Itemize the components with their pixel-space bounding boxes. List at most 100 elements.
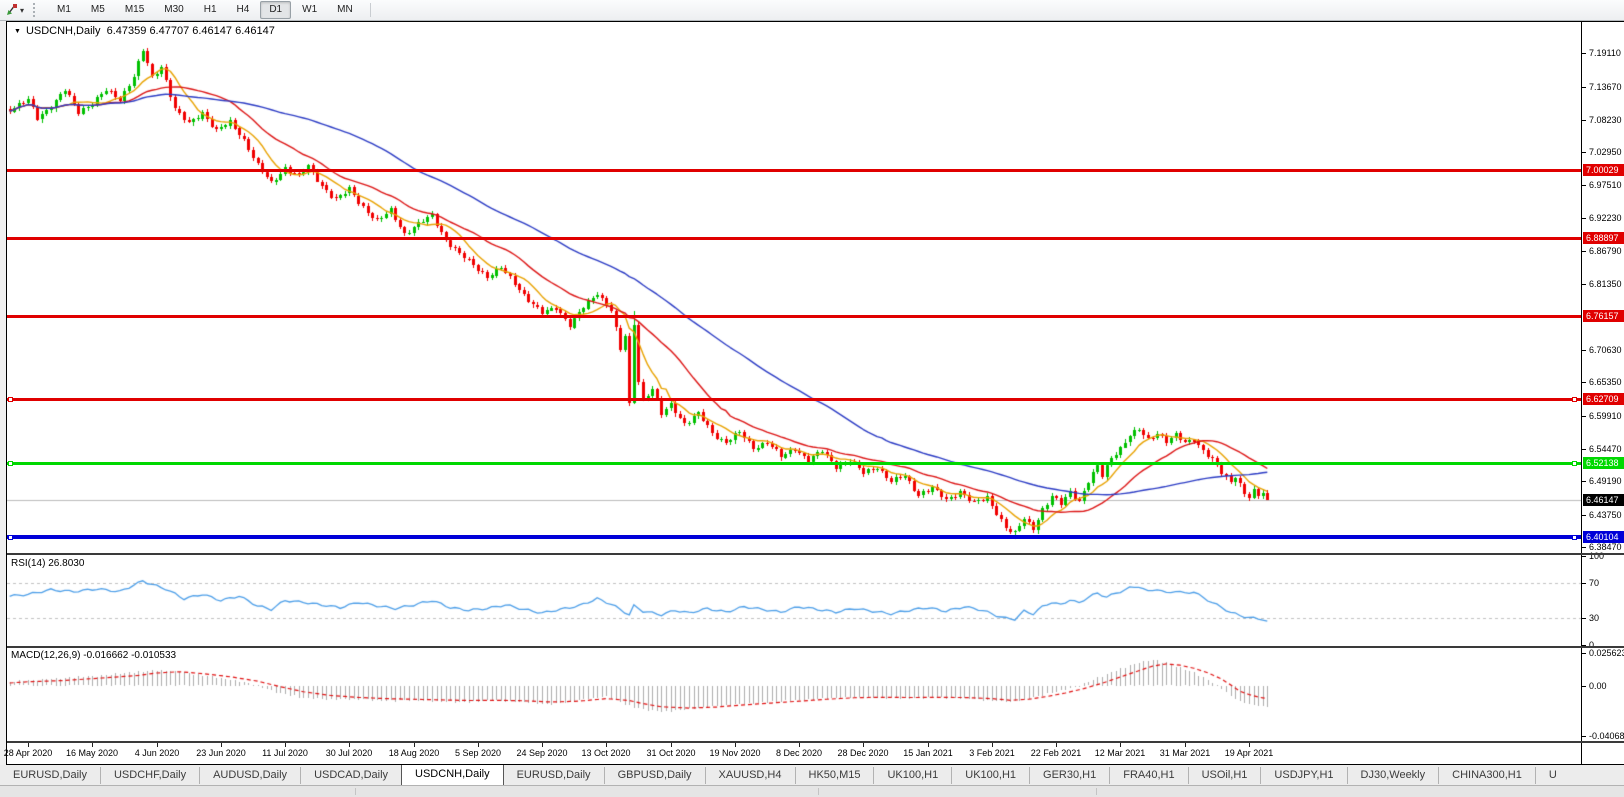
price-badge: 6.88897	[1583, 232, 1624, 245]
toolbar-divider	[369, 3, 371, 17]
chart-tab-ger30-h1[interactable]: GER30,H1	[1029, 767, 1109, 784]
price-tick-label: 6.43750	[1589, 509, 1622, 520]
hline-7.00029[interactable]	[7, 169, 1581, 173]
hline-6.40104[interactable]	[7, 535, 1581, 539]
chart-tab-usoil-h1[interactable]: USOil,H1	[1187, 767, 1261, 784]
hline-anchor-square[interactable]	[8, 535, 13, 540]
panel-separator[interactable]	[6, 646, 1624, 648]
chart-tab-audusd-daily[interactable]: AUDUSD,Daily	[199, 767, 300, 784]
price-tick-label: 6.86790	[1589, 246, 1622, 257]
main-chart-canvas[interactable]	[7, 21, 1581, 553]
status-strip	[0, 785, 1624, 797]
price-tick-label: 6.65350	[1589, 377, 1622, 388]
date-label: 23 Jun 2020	[196, 748, 246, 758]
chart-tab-eurusd-daily[interactable]: EURUSD,Daily	[0, 767, 100, 784]
price-tick-dash	[1582, 185, 1586, 186]
macd-scale-dash	[1582, 686, 1586, 687]
chart-tab-usdjpy-h1[interactable]: USDJPY,H1	[1260, 767, 1346, 784]
chart-title: ▼ USDCNH,Daily 6.47359 6.47707 6.46147 6.…	[14, 25, 275, 37]
chart-tab-fra40-h1[interactable]: FRA40,H1	[1109, 767, 1187, 784]
date-label: 31 Mar 2021	[1159, 748, 1211, 758]
date-label: 19 Nov 2020	[709, 748, 761, 758]
date-tick	[928, 743, 929, 747]
toolbar-grip[interactable]	[33, 3, 38, 17]
timeframe-button-m15[interactable]: M15	[116, 1, 153, 19]
chart-tab-eurusd-daily[interactable]: EURUSD,Daily	[504, 767, 604, 784]
dropdown-caret-icon[interactable]: ▾	[20, 6, 24, 15]
chart-tab-uk100-h1[interactable]: UK100,H1	[873, 767, 951, 784]
collapse-triangle-icon[interactable]: ▼	[14, 28, 21, 35]
chart-tab-hk50-m15[interactable]: HK50,M15	[794, 767, 874, 784]
date-label: 28 Apr 2020	[3, 748, 53, 758]
chart-tab-u[interactable]: U	[1534, 767, 1570, 784]
chart-tab-usdchf-daily[interactable]: USDCHF,Daily	[99, 767, 199, 784]
date-tick	[28, 743, 29, 747]
timeframe-button-d1[interactable]: D1	[260, 1, 292, 19]
price-badge: 6.76157	[1583, 310, 1624, 323]
macd-scale-dash	[1582, 653, 1586, 654]
price-tick-dash	[1582, 449, 1586, 450]
timeframe-button-mn[interactable]: MN	[328, 1, 362, 19]
timeframe-button-m1[interactable]: M1	[48, 1, 80, 19]
price-tick-dash	[1582, 251, 1586, 252]
hline-anchor-square[interactable]	[8, 461, 13, 467]
hline-anchor-square[interactable]	[1572, 535, 1577, 540]
hline-6.62709[interactable]	[7, 397, 1581, 401]
date-label: 19 Apr 2021	[1224, 748, 1274, 758]
panel-separator[interactable]	[6, 553, 1624, 555]
price-badge: 6.40104	[1583, 531, 1624, 543]
timeframe-button-m5[interactable]: M5	[82, 1, 114, 19]
date-tick	[863, 743, 864, 747]
date-label: 12 Mar 2021	[1094, 748, 1146, 758]
price-badge: 6.52138	[1583, 457, 1624, 470]
date-label: 22 Feb 2021	[1030, 748, 1082, 758]
app-window: ▾ M1 M5 M15 M30 H1 H4 D1 W1 MN ▼ USDCNH,Daily 6.4…	[0, 0, 1624, 797]
date-label: 8 Dec 2020	[775, 748, 823, 758]
chart-tab-uk100-h1[interactable]: UK100,H1	[951, 767, 1029, 784]
price-tick-dash	[1582, 515, 1586, 516]
statusbar-separator	[818, 788, 819, 795]
chart-tab-usdcad-daily[interactable]: USDCAD,Daily	[300, 767, 401, 784]
price-badge: 6.62709	[1583, 392, 1624, 405]
hline-6.76157[interactable]	[7, 315, 1581, 319]
panel-separator[interactable]	[6, 741, 1624, 743]
symbol-title: USDCNH,Daily	[25, 25, 101, 37]
macd-scale-label: 0.00	[1589, 680, 1607, 691]
price-tick-label: 6.97510	[1589, 180, 1622, 191]
price-tick-dash	[1582, 481, 1586, 482]
timeframe-button-h1[interactable]: H1	[195, 1, 226, 19]
date-label: 4 Jun 2020	[134, 748, 180, 758]
chart-arrows-icon[interactable]	[3, 2, 19, 18]
rsi-scale-dash	[1582, 583, 1586, 584]
date-label: 3 Feb 2021	[969, 748, 1015, 758]
chart-tab-bar: EURUSD,Daily USDCHF,Daily AUDUSD,Daily USDC…	[0, 765, 1624, 785]
price-tick-dash	[1582, 120, 1586, 121]
rsi-canvas[interactable]	[7, 556, 1581, 645]
chart-tab-china300-h1[interactable]: CHINA300,H1	[1438, 767, 1535, 784]
chart-tab-dj30-weekly[interactable]: DJ30,Weekly	[1346, 767, 1439, 784]
hline-6.88897[interactable]	[7, 237, 1581, 241]
date-tick	[992, 743, 993, 747]
timeframe-button-w1[interactable]: W1	[293, 1, 326, 19]
statusbar-separator	[1096, 788, 1097, 795]
macd-canvas[interactable]	[7, 648, 1581, 740]
hline-anchor-square[interactable]	[1572, 396, 1577, 402]
timeframe-button-h4[interactable]: H4	[228, 1, 259, 19]
price-tick-label: 6.92230	[1589, 212, 1622, 223]
date-label: 11 Jul 2020	[262, 748, 308, 758]
hline-anchor-square[interactable]	[8, 396, 13, 402]
chart-tab-gbpusd-daily[interactable]: GBPUSD,Daily	[603, 767, 705, 784]
date-tick	[285, 743, 286, 747]
date-label: 15 Jan 2021	[903, 748, 953, 758]
price-tick-dash	[1582, 547, 1586, 548]
chart-tab-usdcnh-daily[interactable]: USDCNH,Daily	[401, 765, 504, 785]
hline-anchor-square[interactable]	[1572, 461, 1577, 467]
hline-6.52138[interactable]	[7, 462, 1581, 466]
price-tick-dash	[1582, 218, 1586, 219]
price-axis[interactable]: 7.19110 7.13670 7.08230 7.02950 6.97510 6.922…	[1581, 21, 1624, 765]
chart-tab-xauusd-h4[interactable]: XAUUSD,H4	[704, 767, 795, 784]
timeframe-button-m30[interactable]: M30	[155, 1, 192, 19]
date-axis[interactable]: 28 Apr 2020 16 May 2020 4 Jun 2020 23 Jun 2…	[3, 743, 1581, 764]
price-tick-label: 6.81350	[1589, 279, 1622, 290]
date-tick	[1249, 743, 1250, 747]
